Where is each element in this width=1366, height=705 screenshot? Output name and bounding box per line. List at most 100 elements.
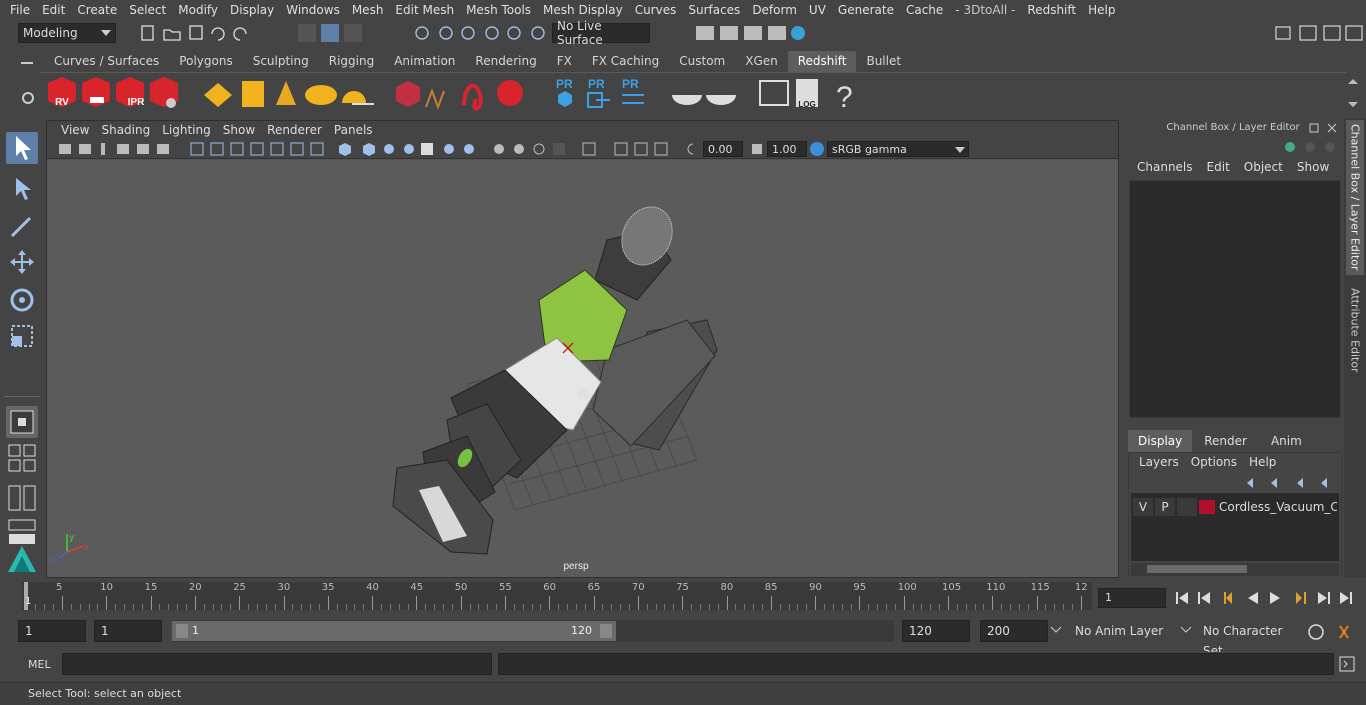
select-component-icon[interactable]	[344, 24, 362, 42]
tab-animation[interactable]: Animation	[384, 51, 466, 72]
color-space-dropdown[interactable]: sRGB gamma	[827, 141, 969, 157]
save-scene-icon[interactable]	[189, 25, 203, 40]
tab-polygons[interactable]: Polygons	[169, 51, 243, 72]
ipr-render-icon[interactable]	[744, 26, 762, 40]
gamma-field[interactable]: 1.00	[767, 141, 807, 157]
rs-area-light-icon[interactable]	[242, 81, 264, 107]
motion-blur-icon[interactable]	[514, 144, 524, 154]
menu-3dtoall[interactable]: - 3DtoAll -	[949, 3, 1021, 17]
layer-name[interactable]: Cordless_Vacuum_Clea	[1219, 500, 1337, 514]
hyper-icon[interactable]	[1325, 142, 1335, 152]
xray-icon[interactable]	[421, 143, 433, 155]
menu-windows[interactable]: Windows	[280, 3, 346, 17]
grease-pencil-icon[interactable]	[157, 144, 169, 154]
snap-plane-icon[interactable]	[485, 26, 499, 40]
default-material-icon[interactable]	[384, 144, 394, 154]
render-settings-icon[interactable]	[768, 26, 786, 40]
menu-edit-mesh[interactable]: Edit Mesh	[389, 3, 460, 17]
camera-attributes-icon[interactable]	[79, 144, 91, 154]
gamma-icon[interactable]	[749, 141, 765, 157]
menu-cache[interactable]: Cache	[900, 3, 949, 17]
script-language-label[interactable]: MEL	[28, 658, 51, 671]
show-menu[interactable]: Show	[1290, 160, 1336, 174]
outliner-layout-button[interactable]	[6, 482, 38, 514]
depth-of-field-icon[interactable]	[553, 143, 565, 155]
gate-mask-icon[interactable]	[250, 142, 264, 156]
rs-mesh-light-icon[interactable]	[396, 81, 420, 107]
menu-modify[interactable]: Modify	[172, 3, 224, 17]
wireframe-on-shaded-icon[interactable]	[404, 144, 414, 154]
range-start-grip[interactable]	[176, 624, 188, 638]
tab-bullet[interactable]: Bullet	[856, 51, 912, 72]
rs-log-icon[interactable]: LOG	[796, 79, 818, 109]
select-object-icon[interactable]	[321, 24, 339, 42]
menu-mesh[interactable]: Mesh	[346, 3, 390, 17]
layer-color-swatch[interactable]	[1199, 500, 1215, 514]
tab-sculpting[interactable]: Sculpting	[242, 51, 319, 72]
shelf-menu-icon[interactable]	[21, 62, 33, 64]
menu-mesh-tools[interactable]: Mesh Tools	[460, 3, 537, 17]
resolution-gate-icon[interactable]	[230, 142, 244, 156]
gear-icon[interactable]	[22, 92, 34, 104]
snap-surface-icon[interactable]	[507, 26, 521, 40]
object-menu[interactable]: Object	[1237, 160, 1290, 174]
close-icon[interactable]	[1327, 123, 1337, 133]
smooth-shade-icon[interactable]	[363, 143, 375, 156]
image-plane-icon[interactable]	[117, 144, 129, 154]
rs-sun-icon[interactable]	[342, 91, 366, 103]
layer-horizontal-scrollbar[interactable]	[1131, 563, 1339, 575]
menu-display[interactable]: Display	[224, 3, 280, 17]
viewport-scene[interactable]: y x z persp	[47, 160, 1118, 577]
animation-end-field[interactable]: 200	[980, 620, 1048, 642]
menu-help[interactable]: Help	[1082, 3, 1121, 17]
auto-key-icon[interactable]	[1308, 624, 1324, 640]
play-forwards-icon[interactable]	[1270, 592, 1280, 604]
tab-display[interactable]: Display	[1128, 430, 1193, 452]
wireframe-icon[interactable]	[339, 143, 351, 156]
exposure-field[interactable]: 0.00	[703, 141, 743, 157]
rs-render-region-icon[interactable]	[82, 77, 110, 107]
select-tool-button[interactable]	[6, 132, 38, 164]
go-to-end-icon[interactable]	[1340, 592, 1352, 604]
perspective-viewport[interactable]: y x z persp	[47, 160, 1118, 577]
camera-select-icon[interactable]	[59, 144, 71, 154]
tab-fx[interactable]: FX	[546, 51, 582, 72]
tab-curves-surfaces[interactable]: Curves / Surfaces	[44, 51, 170, 72]
tool-settings-icon[interactable]	[1323, 25, 1341, 41]
animation-preferences-icon[interactable]	[1339, 625, 1349, 639]
open-scene-icon[interactable]	[163, 29, 181, 41]
channels-menu[interactable]: Channels	[1130, 160, 1200, 174]
frame-all-icon[interactable]	[654, 142, 668, 156]
rs-portal-light-icon[interactable]	[425, 88, 445, 110]
snap-curve-icon[interactable]	[439, 26, 453, 40]
color-management-icon[interactable]	[809, 141, 825, 157]
use-all-lights-icon[interactable]	[444, 144, 454, 154]
screen-space-ao-icon[interactable]	[494, 144, 504, 154]
time-slider-track[interactable]: 5 10 15 20 25 30 35 40 45 50 55 60 65 70 75 80 85 90 95 100…	[22, 582, 1092, 610]
film-gate-icon[interactable]	[210, 142, 224, 156]
speed-icon[interactable]	[1305, 142, 1315, 152]
menu-file[interactable]: File	[4, 3, 36, 17]
rs-dome-light-icon[interactable]	[305, 85, 337, 105]
tab-render[interactable]: Render	[1192, 430, 1259, 452]
go-to-start-icon[interactable]	[1176, 592, 1188, 604]
tab-redshift[interactable]: Redshift	[787, 51, 857, 72]
move-tool-button[interactable]	[6, 246, 38, 278]
undo-icon[interactable]	[211, 27, 225, 41]
tab-custom[interactable]: Custom	[669, 51, 736, 72]
script-editor-icon[interactable]	[1338, 655, 1358, 673]
rs-settings-icon[interactable]	[150, 77, 178, 108]
layers-menu[interactable]: Layers	[1133, 455, 1185, 469]
snap-live-icon[interactable]	[531, 26, 545, 40]
rotate-tool-button[interactable]	[6, 284, 38, 316]
new-layer-from-selection-icon[interactable]	[1321, 478, 1327, 488]
bookmark-icon[interactable]	[101, 143, 105, 155]
four-view-layout-button[interactable]	[6, 442, 38, 474]
viewport-menu-panels[interactable]: Panels	[328, 123, 379, 137]
paint-select-tool-button[interactable]	[6, 210, 38, 242]
move-layer-down-icon[interactable]	[1271, 478, 1277, 488]
viewport-menu-view[interactable]: View	[55, 123, 95, 137]
edit-menu[interactable]: Edit	[1200, 160, 1237, 174]
rs-bake-settings-icon[interactable]	[706, 95, 736, 105]
step-forward-key-icon[interactable]	[1318, 592, 1330, 604]
